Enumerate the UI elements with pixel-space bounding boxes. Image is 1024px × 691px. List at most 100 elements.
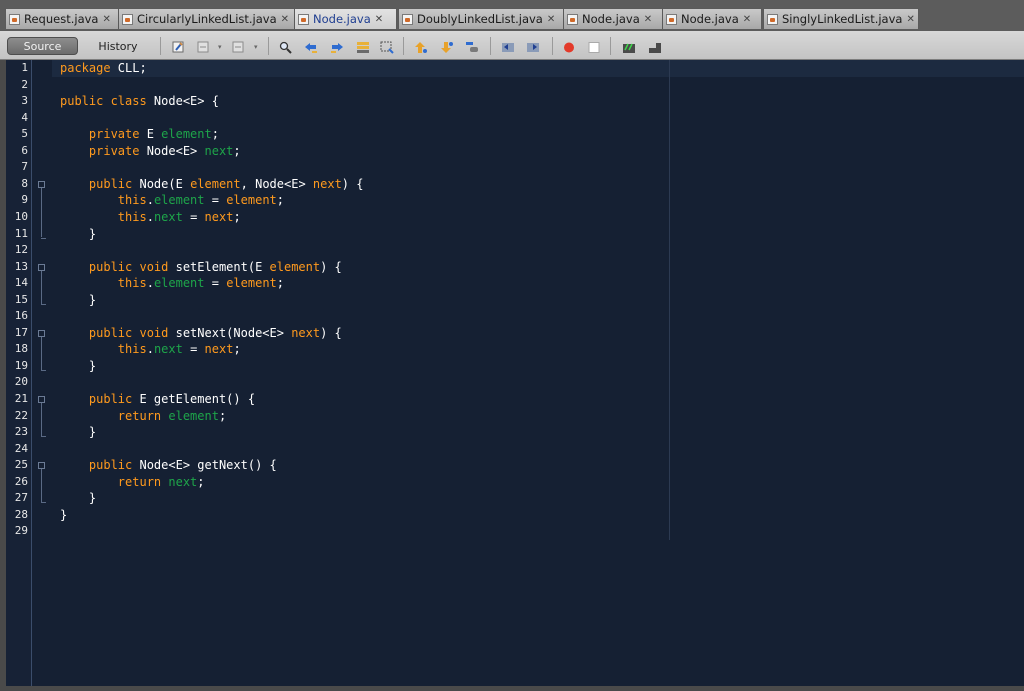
code-token: = — [204, 276, 227, 291]
code-line[interactable]: this.element = element; — [60, 275, 284, 292]
previous-bookmark-icon[interactable] — [414, 39, 428, 53]
code-token: this — [117, 276, 147, 291]
close-tab-icon[interactable]: ✕ — [547, 14, 555, 25]
tab-1[interactable]: Request.java ✕ — [5, 8, 121, 29]
code-line[interactable]: } — [60, 358, 96, 375]
fold-toggle-icon[interactable] — [38, 329, 45, 337]
code-token: CLL; — [117, 61, 147, 75]
fold-toggle-icon[interactable] — [38, 462, 45, 470]
line-number: 6 — [21, 143, 28, 157]
close-tab-icon[interactable]: ✕ — [743, 14, 751, 25]
fold-guide — [41, 336, 42, 370]
find-next-icon[interactable] — [330, 39, 344, 53]
code-line[interactable]: this.element = element; — [60, 192, 284, 209]
code-token: = — [204, 193, 227, 208]
code-line[interactable]: public Node<E> getNext() { — [60, 457, 277, 474]
forward-menu-icon[interactable]: ▾ — [254, 43, 258, 51]
java-file-icon — [298, 13, 309, 25]
comment-icon[interactable] — [622, 39, 636, 53]
close-tab-icon[interactable]: ✕ — [644, 14, 652, 25]
code-token: ) { — [341, 176, 364, 191]
code-line[interactable]: } — [60, 490, 96, 507]
uncomment-icon[interactable] — [648, 39, 662, 53]
code-line[interactable]: return element; — [60, 408, 226, 425]
fold-toggle-icon[interactable] — [38, 396, 45, 403]
code-token: return — [117, 408, 169, 423]
code-token: private — [88, 127, 147, 142]
toggle-highlight-icon[interactable] — [356, 39, 370, 53]
code-token: setNext(Node<E> — [175, 325, 292, 340]
close-tab-icon[interactable]: ✕ — [281, 14, 289, 25]
line-number: 27 — [14, 491, 28, 505]
close-tab-icon[interactable]: ✕ — [906, 14, 914, 25]
tab-4[interactable]: DoublyLinkedList.java ✕ — [398, 8, 566, 29]
code-token: next — [153, 342, 183, 357]
code-token: next — [291, 325, 321, 340]
java-file-icon — [122, 13, 133, 25]
close-tab-icon[interactable]: ✕ — [102, 14, 110, 25]
tab-3[interactable]: Node.java ✕ — [294, 8, 397, 29]
code-line[interactable]: public E getElement() { — [60, 391, 255, 408]
source-button[interactable]: Source — [7, 37, 78, 55]
code-token: ; — [276, 276, 285, 291]
code-line[interactable]: this.next = next; — [60, 341, 241, 358]
last-edit-icon[interactable] — [172, 39, 186, 53]
tab-7[interactable]: SinglyLinkedList.java ✕ — [763, 8, 919, 29]
back-icon[interactable] — [197, 39, 211, 53]
tab-2[interactable]: CircularlyLinkedList.java ✕ — [118, 8, 296, 29]
line-number: 10 — [14, 209, 28, 223]
code-line[interactable]: } — [60, 292, 96, 309]
code-token: } — [60, 491, 97, 506]
toolbar-separator — [160, 37, 161, 55]
code-line[interactable]: public void setNext(Node<E> next) { — [60, 325, 342, 342]
fold-toggle-icon[interactable] — [38, 263, 45, 271]
stop-macro-icon[interactable] — [588, 39, 602, 53]
toggle-bookmark-icon[interactable] — [465, 39, 479, 52]
tab-5[interactable]: Node.java ✕ — [563, 8, 663, 29]
code-line[interactable]: public Node(E element, Node<E> next) { — [60, 176, 364, 193]
close-tab-icon[interactable]: ✕ — [375, 14, 383, 25]
tab-label: Node.java — [582, 12, 640, 26]
fold-toggle-icon[interactable] — [38, 180, 45, 188]
code-token: public — [88, 392, 140, 406]
toggle-rect-select-icon[interactable] — [380, 39, 394, 54]
code-token: } — [60, 292, 97, 307]
back-menu-icon[interactable]: ▾ — [218, 43, 222, 51]
code-line[interactable]: package CLL; — [60, 60, 147, 77]
code-line[interactable]: public class Node<E> { — [60, 93, 219, 110]
code-line[interactable]: } — [60, 226, 96, 243]
forward-icon[interactable] — [232, 39, 246, 53]
java-file-icon — [666, 13, 677, 25]
shift-left-icon[interactable] — [501, 39, 515, 52]
java-file-icon — [767, 13, 778, 25]
code-token: , Node<E> — [240, 176, 313, 191]
code-token: this — [117, 209, 147, 224]
code-line[interactable]: return next; — [60, 474, 205, 491]
code-token: . — [146, 342, 154, 357]
code-token: ; — [218, 408, 227, 423]
find-previous-icon[interactable] — [304, 39, 318, 53]
code-token: element — [153, 276, 205, 291]
find-icon[interactable] — [279, 39, 293, 54]
code-token: E — [146, 127, 162, 142]
toolbar-separator — [403, 37, 404, 55]
shift-right-icon[interactable] — [526, 39, 540, 52]
tab-label: Request.java — [24, 12, 99, 26]
fold-margin — [32, 60, 52, 686]
code-line[interactable]: public void setElement(E element) { — [60, 259, 342, 276]
code-token: this — [117, 342, 147, 357]
tab-6[interactable]: Node.java ✕ — [662, 8, 762, 29]
code-line[interactable]: this.next = next; — [60, 209, 241, 226]
code-line[interactable]: private Node<E> next; — [60, 143, 241, 160]
start-macro-icon[interactable] — [563, 39, 577, 53]
line-number: 29 — [14, 524, 28, 538]
code-line[interactable]: } — [60, 507, 67, 524]
next-bookmark-icon[interactable] — [440, 39, 454, 53]
code-line[interactable]: private E element; — [60, 126, 219, 143]
toolbar-separator — [490, 37, 491, 55]
code-line[interactable]: } — [60, 424, 96, 441]
history-button[interactable]: History — [88, 37, 148, 55]
